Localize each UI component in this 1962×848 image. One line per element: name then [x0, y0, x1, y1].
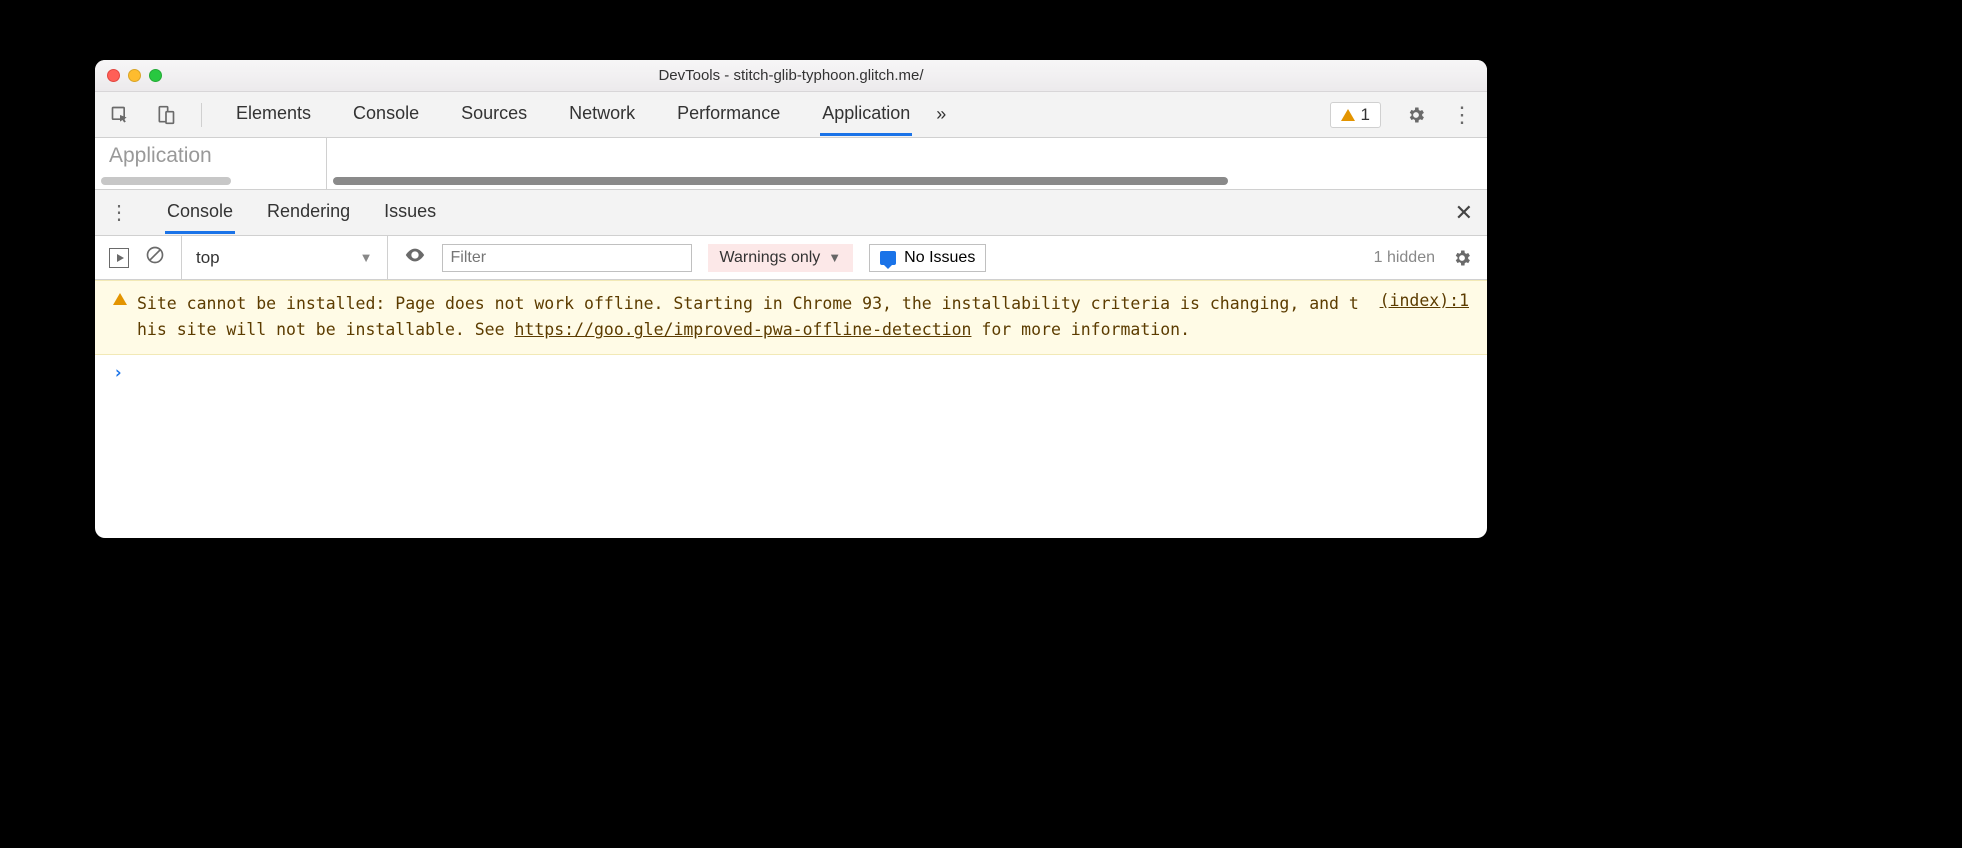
live-expression-icon[interactable]	[404, 244, 426, 271]
warning-source-link[interactable]: (index):1	[1380, 291, 1469, 344]
tab-application[interactable]: Application	[820, 93, 912, 136]
log-level-selector[interactable]: Warnings only ▼	[708, 244, 854, 272]
dropdown-icon: ▼	[828, 250, 841, 265]
warning-icon	[1341, 109, 1355, 121]
hidden-count: 1 hidden	[1374, 249, 1435, 267]
filter-input[interactable]	[442, 244, 692, 272]
console-warning-row: Site cannot be installed: Page does not …	[95, 280, 1487, 355]
warning-link[interactable]: https://goo.gle/improved-pwa-offline-det…	[515, 320, 972, 339]
log-level-value: Warnings only	[720, 249, 821, 267]
application-sidebar: Application	[95, 138, 327, 189]
dropdown-icon: ▼	[360, 250, 373, 265]
drawer-tabstrip: ⋮ Console Rendering Issues ✕	[95, 190, 1487, 236]
console-settings-icon[interactable]	[1451, 247, 1473, 269]
clear-console-icon[interactable]	[145, 245, 165, 270]
tab-sources[interactable]: Sources	[459, 93, 529, 136]
console-toolbar: top ▼ Warnings only ▼ No Issues 1 hidden	[95, 236, 1487, 280]
inspect-element-icon[interactable]	[109, 104, 131, 126]
context-value: top	[196, 248, 220, 268]
drawer-tab-issues[interactable]: Issues	[382, 191, 438, 234]
prompt-caret-icon: ›	[113, 363, 123, 383]
tab-network[interactable]: Network	[567, 93, 637, 136]
console-prompt[interactable]: ›	[95, 355, 1487, 391]
minimize-window-button[interactable]	[128, 69, 141, 82]
warning-message: Site cannot be installed: Page does not …	[137, 291, 1360, 344]
console-sidebar-toggle-icon[interactable]	[109, 248, 129, 268]
warning-icon	[113, 293, 127, 305]
close-window-button[interactable]	[107, 69, 120, 82]
tab-console[interactable]: Console	[351, 93, 421, 136]
drawer-tab-rendering[interactable]: Rendering	[265, 191, 352, 234]
more-tabs-icon[interactable]: »	[936, 104, 946, 125]
devtools-tabstrip: Elements Console Sources Network Perform…	[95, 92, 1487, 138]
tab-elements[interactable]: Elements	[234, 93, 313, 136]
devtools-window: DevTools - stitch-glib-typhoon.glitch.me…	[95, 60, 1487, 538]
zoom-window-button[interactable]	[149, 69, 162, 82]
execution-context-selector[interactable]: top ▼	[181, 236, 388, 279]
drawer-menu-icon[interactable]: ⋮	[109, 200, 129, 225]
window-titlebar: DevTools - stitch-glib-typhoon.glitch.me…	[95, 60, 1487, 92]
main-tabs: Elements Console Sources Network Perform…	[234, 93, 912, 136]
sidebar-heading: Application	[109, 144, 326, 168]
issues-count: 1	[1361, 105, 1370, 125]
settings-icon[interactable]	[1405, 104, 1427, 126]
message-icon	[880, 251, 896, 265]
window-title: DevTools - stitch-glib-typhoon.glitch.me…	[658, 67, 923, 84]
device-toolbar-icon[interactable]	[155, 104, 177, 126]
tab-performance[interactable]: Performance	[675, 93, 782, 136]
sidebar-scrollbar[interactable]	[101, 177, 320, 185]
main-scrollbar[interactable]	[333, 177, 1481, 185]
application-panel-strip: Application	[95, 138, 1487, 190]
close-drawer-icon[interactable]: ✕	[1455, 200, 1473, 226]
separator	[201, 103, 202, 127]
issues-label: No Issues	[904, 249, 975, 267]
issues-button[interactable]: No Issues	[869, 244, 986, 272]
drawer-tab-console[interactable]: Console	[165, 191, 235, 234]
traffic-lights	[107, 69, 162, 82]
issues-badge[interactable]: 1	[1330, 102, 1381, 128]
application-main-pane	[327, 138, 1487, 189]
warning-text-post: for more information.	[971, 320, 1190, 339]
